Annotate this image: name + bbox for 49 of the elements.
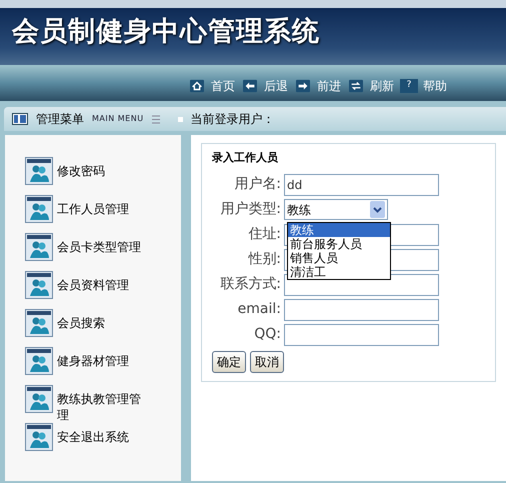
dropdown-option[interactable]: 前台服务人员 [288, 237, 390, 251]
nav-link[interactable]: 首页 [211, 77, 235, 95]
nav-link[interactable]: 后退 [264, 77, 288, 95]
dropdown-select[interactable]: 教练 [284, 199, 388, 220]
user-group-icon[interactable] [25, 157, 53, 185]
refresh-icon[interactable] [347, 79, 365, 93]
nav-link[interactable]: 前进 [317, 77, 341, 95]
field-label: QQ: [253, 325, 282, 344]
nav-link[interactable]: 刷新 [370, 77, 394, 95]
text-field[interactable]: dd [284, 174, 439, 196]
user-group-icon[interactable] [25, 309, 53, 337]
dropdown-option[interactable]: 清洁工 [288, 265, 390, 279]
menu-item-link[interactable]: 修改密码 [57, 157, 147, 180]
field-label: 住址: [247, 225, 282, 244]
menu-item-link[interactable]: 健身器材管理 [57, 347, 147, 370]
field-label: 用户名: [233, 175, 282, 194]
home-icon[interactable] [188, 79, 206, 93]
app-title: 会员制健身中心管理系统 [12, 18, 321, 45]
lines-icon [152, 114, 160, 124]
current-user-label: 当前登录用户： [190, 111, 275, 128]
menu-panel-icon [12, 113, 28, 125]
form-button[interactable]: 取消 [250, 350, 284, 372]
user-group-icon[interactable] [25, 347, 53, 375]
dropdown-option[interactable]: 销售人员 [288, 251, 390, 265]
user-group-icon[interactable] [25, 423, 53, 452]
form-button[interactable]: 确定 [212, 350, 246, 372]
user-group-icon[interactable] [25, 385, 53, 413]
form-title: 录入工作人员 [212, 150, 279, 166]
help-icon[interactable]: ? [400, 79, 418, 93]
field-label: 性别: [247, 250, 282, 269]
bullet-icon [178, 116, 183, 122]
text-field[interactable] [284, 298, 439, 320]
menu-item-link[interactable]: 工作人员管理 [57, 195, 147, 218]
menu-item-link[interactable]: 教练执教管理管理 [57, 385, 147, 424]
menu-item-link[interactable]: 会员资料管理 [57, 271, 147, 294]
text-field[interactable] [284, 324, 439, 346]
field-label: email: [236, 300, 282, 319]
field-label: 联系方式: [219, 275, 282, 294]
nav-link[interactable]: 帮助 [423, 77, 447, 95]
menu-item-link[interactable]: 会员卡类型管理 [57, 233, 147, 256]
menu-title: 管理菜单 [36, 111, 84, 128]
menu-item-link[interactable]: 安全退出系统 [57, 423, 147, 446]
user-group-icon[interactable] [25, 233, 53, 261]
user-group-icon[interactable] [25, 195, 53, 223]
menu-item-link[interactable]: 会员搜索 [57, 309, 147, 332]
field-label: 用户类型: [219, 200, 282, 219]
menu-subtitle: MAIN MENU [92, 113, 144, 125]
user-group-icon[interactable] [25, 271, 53, 299]
dropdown-option[interactable]: 教练 [288, 223, 390, 237]
